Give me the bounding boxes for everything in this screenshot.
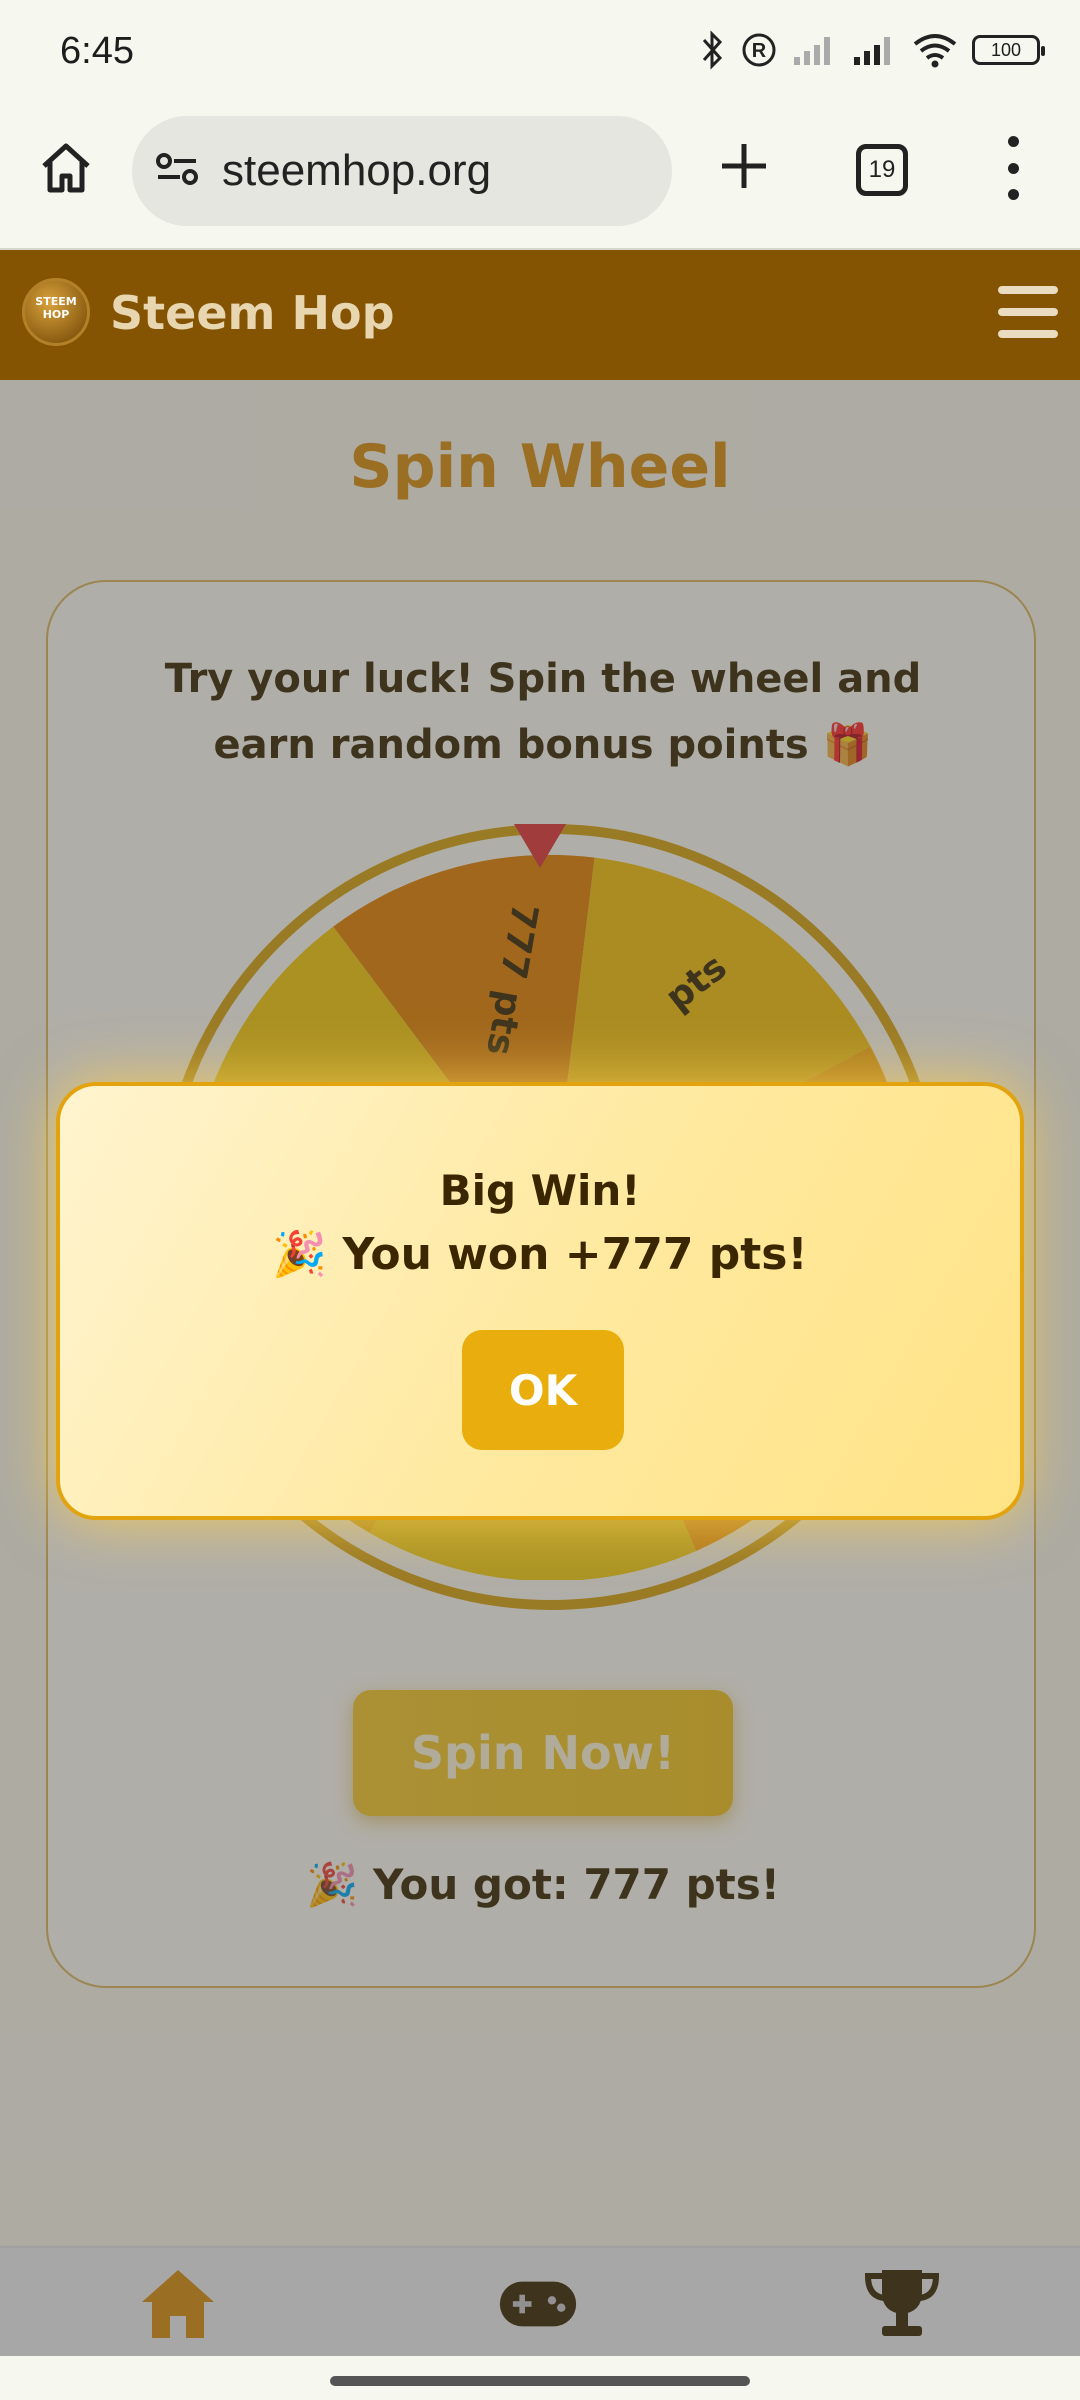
signal-icon — [792, 33, 838, 67]
address-bar[interactable]: steemhop.org — [132, 116, 672, 226]
site-logo[interactable]: STEEM HOP — [22, 278, 90, 346]
win-modal: Big Win! 🎉 You won +777 pts! OK — [56, 1082, 1024, 1520]
signal-icon — [852, 33, 898, 67]
site-settings-icon[interactable] — [154, 149, 200, 193]
status-bar: 6:45 R 100 — [0, 0, 1080, 108]
status-time: 6:45 — [60, 30, 134, 72]
modal-message: 🎉 You won +777 pts! — [272, 1229, 808, 1280]
battery-icon: 100 — [972, 35, 1045, 65]
ok-button[interactable]: OK — [462, 1330, 624, 1450]
modal-title: Big Win! — [439, 1166, 641, 1215]
registered-icon: R — [740, 31, 778, 69]
home-icon[interactable] — [36, 138, 96, 198]
bluetooth-icon — [700, 30, 726, 70]
site-title[interactable]: Steem Hop — [110, 286, 395, 340]
url-text: steemhop.org — [222, 146, 492, 195]
status-icons: R 100 — [700, 30, 1045, 70]
gesture-handle[interactable] — [330, 2376, 750, 2386]
wifi-icon — [912, 32, 958, 68]
plus-icon[interactable] — [712, 134, 776, 198]
more-vert-icon[interactable] — [998, 136, 1028, 200]
browser-toolbar: steemhop.org 19 — [0, 108, 1080, 250]
tabs-icon[interactable]: 19 — [856, 144, 908, 196]
svg-text:R: R — [752, 40, 767, 62]
site-header: STEEM HOP Steem Hop — [0, 250, 1080, 380]
hamburger-menu-icon[interactable] — [998, 286, 1058, 338]
